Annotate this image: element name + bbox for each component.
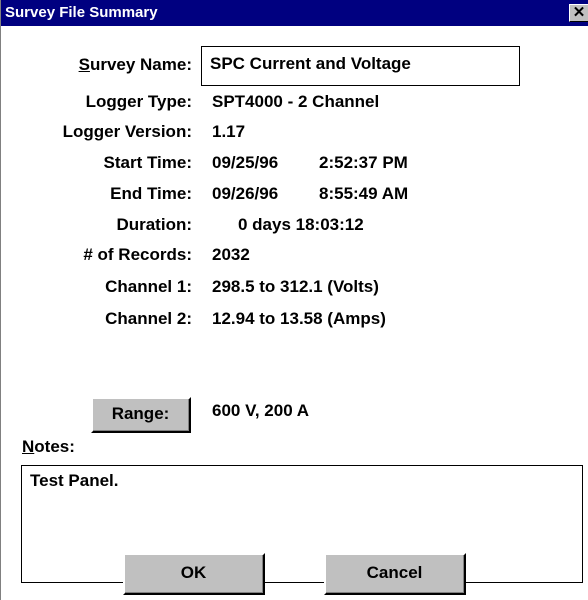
logger-type-value: SPT4000 - 2 Channel (212, 92, 380, 111)
window-title: Survey File Summary (5, 4, 158, 21)
channel2-label: Channel 2: (105, 309, 192, 328)
channel1-value: 298.5 to 312.1 (Volts) (212, 277, 379, 296)
notes-textarea[interactable]: Test Panel. (21, 465, 583, 583)
survey-file-summary-dialog: Survey File Summary ✕ Survey Name: SPC C… (0, 0, 588, 600)
cancel-button-label: Cancel (326, 555, 464, 593)
records-label: # of Records: (83, 245, 192, 264)
survey-name-label-text: urvey Name: (89, 55, 192, 74)
duration-label: Duration: (116, 215, 192, 234)
start-time-date: 09/25/96 (212, 153, 279, 172)
logger-type-label: Logger Type: (85, 92, 192, 111)
survey-name-value: SPC Current and Voltage (210, 54, 411, 73)
notes-label-text: otes: (34, 437, 75, 456)
end-time-date: 09/26/96 (212, 184, 279, 203)
channel1-label: Channel 1: (105, 277, 192, 296)
notes-mnemonic: N (22, 437, 35, 456)
ok-button[interactable]: OK (123, 553, 265, 595)
ok-button-label: OK (125, 555, 263, 593)
channel2-value: 12.94 to 13.58 (Amps) (212, 309, 386, 328)
start-time-time: 2:52:37 PM (319, 153, 408, 172)
start-time-label: Start Time: (103, 153, 193, 172)
survey-name-mnemonic: S (78, 55, 90, 74)
duration-value: 0 days 18:03:12 (238, 215, 364, 234)
end-time-time: 8:55:49 AM (319, 184, 409, 203)
notes-value: Test Panel. (30, 471, 119, 490)
range-button[interactable]: Range: (91, 397, 191, 433)
survey-name-label: Survey Name: (79, 55, 192, 75)
records-value: 2032 (212, 245, 250, 264)
survey-name-field[interactable]: SPC Current and Voltage (201, 46, 520, 86)
range-value: 600 V, 200 A (212, 401, 310, 420)
notes-label: Notes: (22, 437, 75, 457)
logger-version-label: Logger Version: (62, 122, 192, 141)
logger-version-value: 1.17 (212, 122, 246, 141)
close-button[interactable]: ✕ (569, 4, 588, 22)
end-time-label: End Time: (110, 184, 192, 203)
title-bar[interactable]: Survey File Summary ✕ (1, 0, 588, 26)
range-button-label: Range: (93, 399, 189, 431)
cancel-button[interactable]: Cancel (324, 553, 466, 595)
close-icon: ✕ (572, 4, 586, 21)
